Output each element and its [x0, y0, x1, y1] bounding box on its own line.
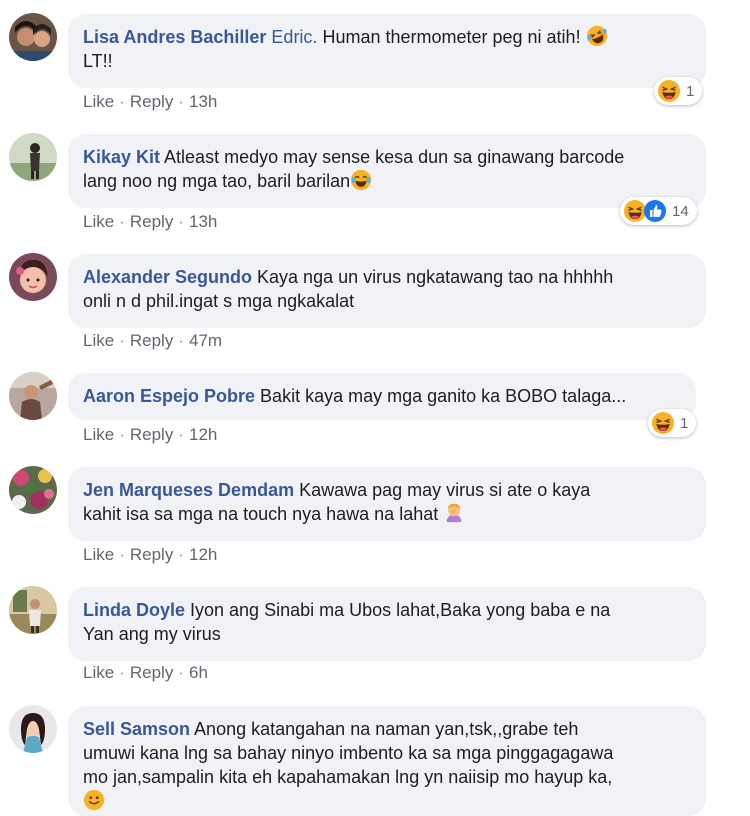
comment-author[interactable]: Linda Doyle	[83, 600, 185, 620]
avatar[interactable]	[9, 372, 57, 420]
comment-actions: Like · Reply · 12h	[83, 545, 217, 565]
comment-text: Yan ang my virus	[83, 624, 221, 644]
like-button[interactable]: Like	[83, 212, 114, 231]
reaction-count: 14	[672, 202, 689, 220]
reply-button[interactable]: Reply	[130, 545, 173, 564]
reaction-summary[interactable]: 14	[620, 197, 697, 225]
avatar[interactable]	[9, 253, 57, 301]
reaction-count: 1	[680, 414, 689, 432]
reply-button[interactable]: Reply	[130, 663, 173, 682]
reaction-count: 1	[686, 82, 695, 100]
reply-button[interactable]: Reply	[130, 331, 173, 350]
avatar[interactable]	[9, 133, 57, 181]
separator: ·	[119, 425, 125, 444]
reaction-summary[interactable]: 1	[654, 77, 703, 105]
timestamp[interactable]: 13h	[189, 92, 217, 111]
like-button[interactable]: Like	[83, 92, 114, 111]
reply-button[interactable]: Reply	[130, 212, 173, 231]
timestamp[interactable]: 12h	[189, 425, 217, 444]
comment-actions: Like · Reply · 47m	[83, 331, 222, 351]
comment-bubble: Linda Doyle Iyon ang Sinabi ma Ubos laha…	[68, 587, 706, 661]
separator: ·	[119, 663, 125, 682]
timestamp[interactable]: 47m	[189, 331, 222, 350]
separator: ·	[119, 331, 125, 350]
timestamp[interactable]: 12h	[189, 545, 217, 564]
separator: ·	[119, 92, 125, 111]
avatar[interactable]	[9, 586, 57, 634]
tagged-user[interactable]: Edric.	[271, 27, 317, 47]
avatar[interactable]	[9, 705, 57, 753]
separator: ·	[119, 212, 125, 231]
comment-text: Kaya nga un virus ngkatawang tao na hhhh…	[252, 267, 614, 287]
comment-author[interactable]: Lisa Andres Bachiller	[83, 27, 266, 47]
comment-text: lang noo ng mga tao, baril barilan	[83, 171, 351, 191]
comment-bubble: Jen Marqueses Demdam Kawawa pag may viru…	[68, 467, 706, 541]
haha-reaction-icon	[651, 411, 675, 435]
woman-facepalming-emoji	[443, 502, 465, 524]
reaction-summary[interactable]: 1	[648, 409, 697, 437]
separator: ·	[178, 545, 184, 564]
comment-author[interactable]: Sell Samson	[83, 719, 190, 739]
separator: ·	[119, 545, 125, 564]
comment-text: Kawawa pag may virus si ate o kaya	[294, 480, 591, 500]
like-button[interactable]: Like	[83, 331, 114, 350]
rolling-laughing-emoji	[586, 25, 608, 47]
comment-text: Bakit kaya may mga ganito ka BOBO talaga…	[255, 386, 627, 406]
comment-text: Anong katangahan na naman yan,tsk,,grabe…	[190, 719, 579, 739]
comment-author[interactable]: Kikay Kit	[83, 147, 160, 167]
comment-bubble: Alexander Segundo Kaya nga un virus ngka…	[68, 254, 706, 328]
comment-bubble: Kikay Kit Atleast medyo may sense kesa d…	[68, 134, 706, 208]
tears-of-joy-emoji	[350, 169, 372, 191]
comment-text: LT!!	[83, 51, 113, 71]
comment-actions: Like · Reply · 6h	[83, 663, 208, 683]
comment-text: Iyon ang Sinabi ma Ubos lahat,Baka yong …	[185, 600, 611, 620]
comment-author[interactable]: Alexander Segundo	[83, 267, 252, 287]
comment-bubble: Sell Samson Anong katangahan na naman ya…	[68, 706, 706, 816]
comment-author[interactable]: Aaron Espejo Pobre	[83, 386, 255, 406]
comment-text: umuwi kana lng sa bahay ninyo imbento ka…	[83, 743, 614, 763]
avatar[interactable]	[9, 466, 57, 514]
comment-actions: Like · Reply · 13h	[83, 92, 217, 112]
comment-text: Atleast medyo may sense kesa dun sa gina…	[160, 147, 625, 167]
comment-text: onli n d phil.ingat s mga ngkakalat	[83, 291, 355, 311]
comment-bubble: Aaron Espejo Pobre Bakit kaya may mga ga…	[68, 373, 696, 420]
grinning-emoji	[83, 789, 105, 811]
like-button[interactable]: Like	[83, 545, 114, 564]
separator: ·	[178, 663, 184, 682]
separator: ·	[178, 92, 184, 111]
comment-bubble: Lisa Andres Bachiller Edric. Human therm…	[68, 14, 706, 88]
timestamp[interactable]: 6h	[189, 663, 208, 682]
separator: ·	[178, 212, 184, 231]
timestamp[interactable]: 13h	[189, 212, 217, 231]
like-button[interactable]: Like	[83, 425, 114, 444]
comment-text: Human thermometer peg ni atih!	[317, 27, 581, 47]
like-reaction-icon	[643, 199, 667, 223]
reply-button[interactable]: Reply	[130, 92, 173, 111]
separator: ·	[178, 331, 184, 350]
comment-text: mo jan,sampalin kita eh kapahamakan lng …	[83, 767, 613, 787]
like-button[interactable]: Like	[83, 663, 114, 682]
comment-text: kahit isa sa mga na touch nya hawa na la…	[83, 504, 439, 524]
comment-actions: Like · Reply · 12h	[83, 425, 217, 445]
haha-reaction-icon	[657, 79, 681, 103]
comment-actions: Like · Reply · 13h	[83, 212, 217, 232]
avatar[interactable]	[9, 13, 57, 61]
separator: ·	[178, 425, 184, 444]
comment-author[interactable]: Jen Marqueses Demdam	[83, 480, 294, 500]
reply-button[interactable]: Reply	[130, 425, 173, 444]
